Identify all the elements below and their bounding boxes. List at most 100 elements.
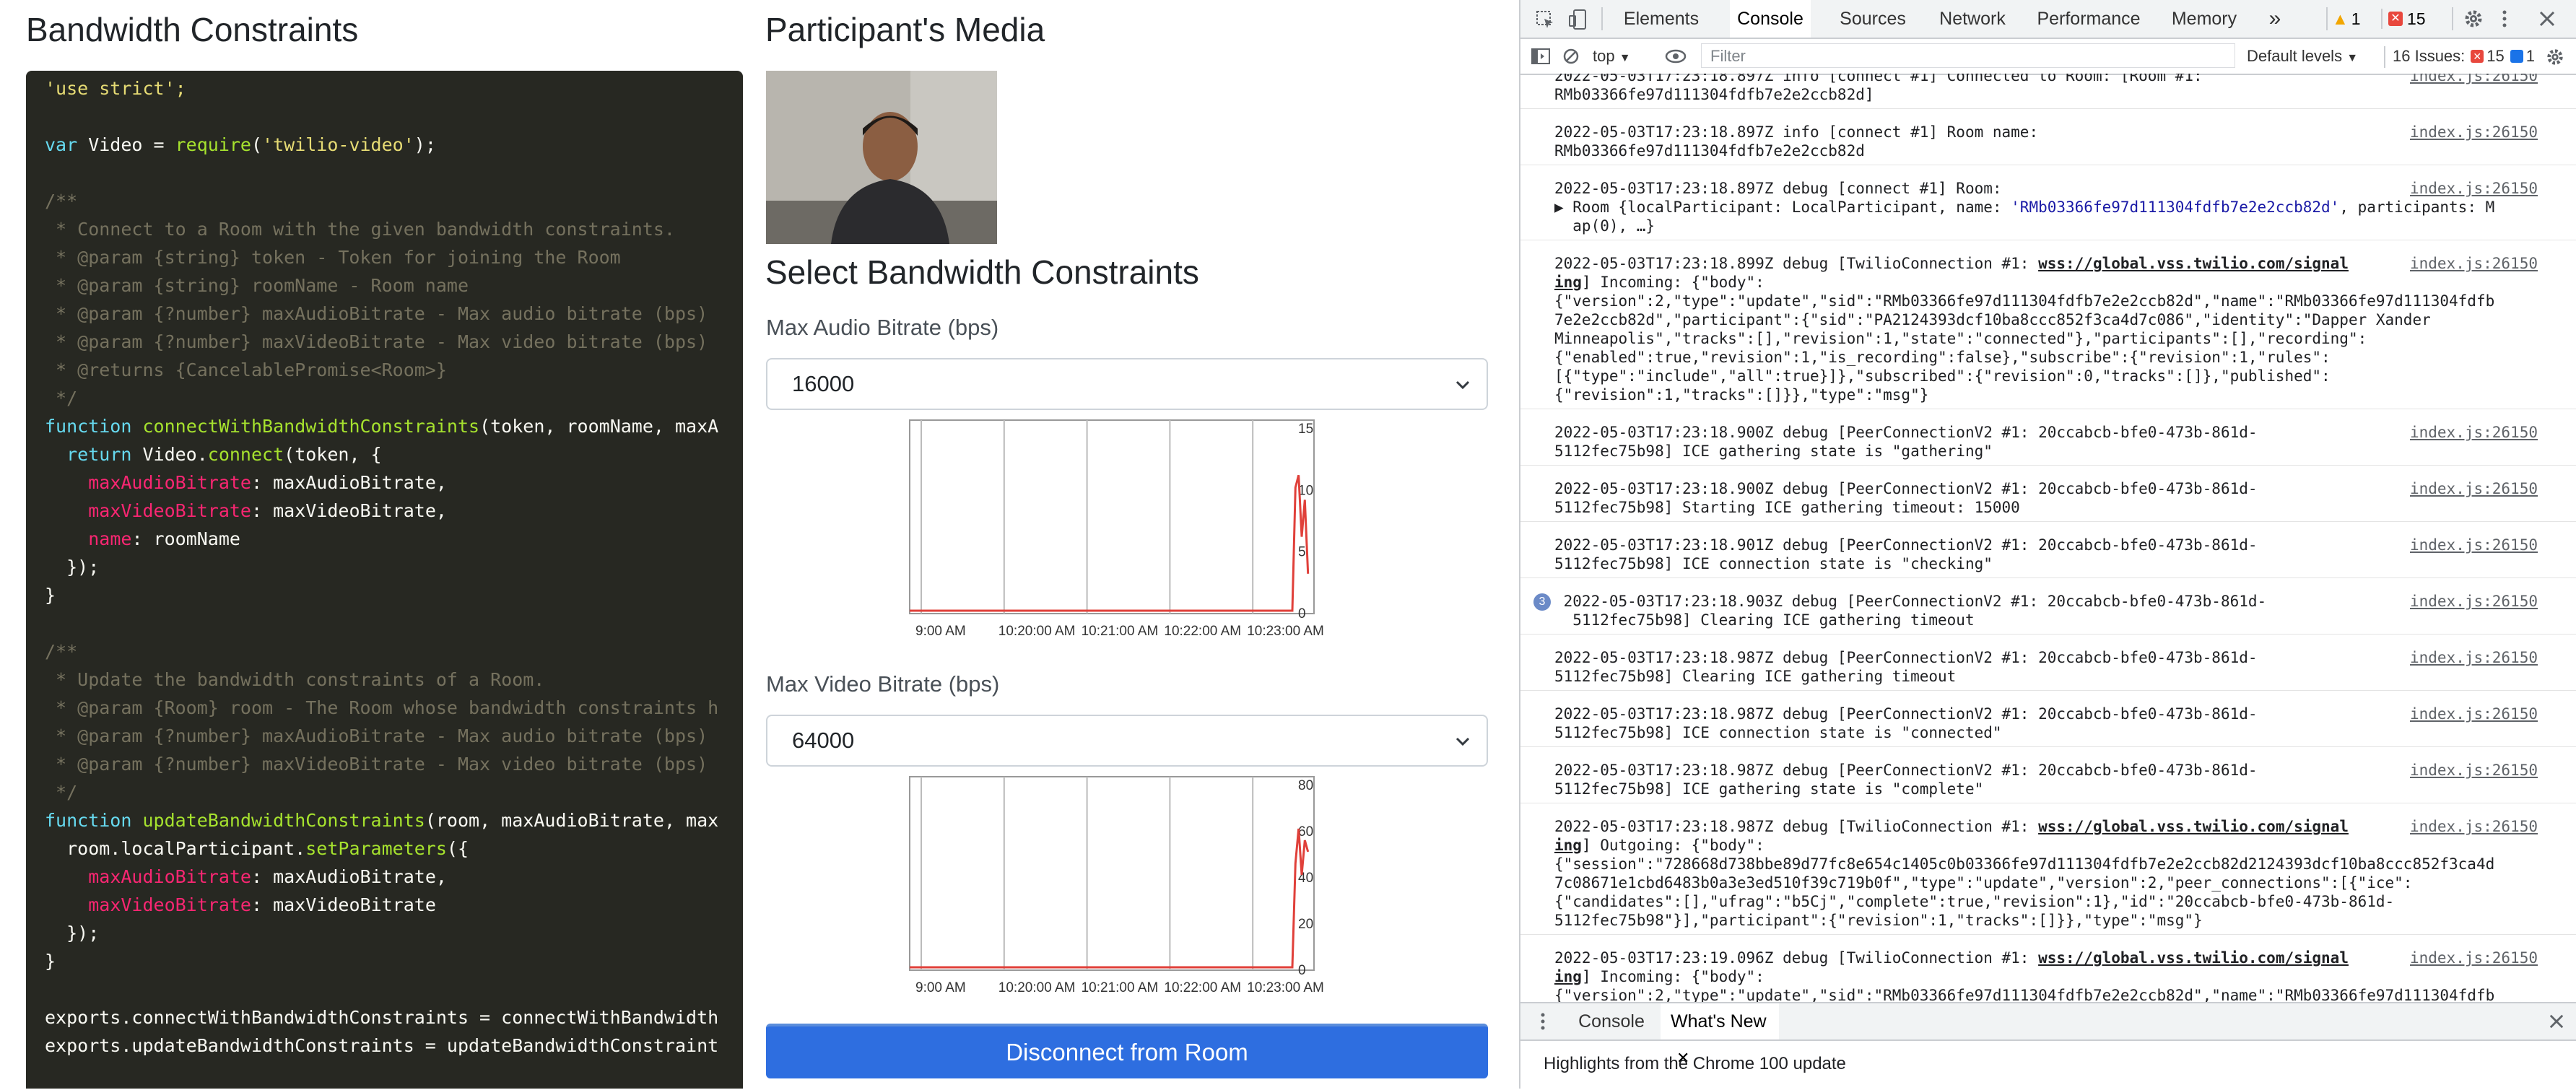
close-drawer-icon[interactable] (2549, 1013, 2564, 1029)
sidebar-toggle-icon[interactable] (1531, 48, 1551, 65)
source-link[interactable]: index.js:26150 (2410, 123, 2538, 141)
video-bitrate-select[interactable]: 64000 (766, 715, 1488, 767)
source-link[interactable]: index.js:26150 (2410, 179, 2538, 198)
x-tick-label: 9:00 AM (915, 980, 966, 995)
code-section-title: Bandwidth Constraints (26, 11, 359, 48)
source-link[interactable]: index.js:26150 (2410, 761, 2538, 780)
error-icon: ✕ (2471, 50, 2484, 63)
tab-console[interactable]: Console (1730, 0, 1811, 38)
settings-gear-icon[interactable] (2463, 9, 2484, 29)
disconnect-button[interactable]: Disconnect from Room (766, 1024, 1488, 1078)
log-levels-select[interactable]: Default levels ▼ (2247, 43, 2358, 69)
chevron-down-icon (1455, 380, 1470, 390)
tab-memory[interactable]: Memory (2164, 0, 2244, 38)
console-message-text: 2022-05-03T17:23:18.899Z debug [TwilioCo… (1554, 255, 2495, 404)
app-page: Bandwidth Constraints Participant's Medi… (0, 0, 1516, 1089)
chevron-down-icon (1455, 737, 1470, 746)
source-link[interactable]: index.js:26150 (2410, 592, 2538, 611)
warnings-counter[interactable]: ▲ 1 (2332, 9, 2361, 29)
code-line: return Video.connect(token, { (66, 444, 382, 465)
source-link[interactable]: index.js:26150 (2410, 817, 2538, 836)
code-line: function updateBandwidthConstraints(room… (45, 810, 719, 831)
code-line: exports.updateBandwidthConstraints = upd… (45, 1035, 719, 1056)
code-line: * @param {?number} maxVideoBitrate - Max… (45, 754, 708, 775)
console-message-text: 2022-05-03T17:23:18.987Z debug [PeerConn… (1554, 762, 2258, 798)
console-message[interactable]: 2022-05-03T17:23:18.987Z debug [TwilioCo… (1520, 813, 2576, 935)
console-settings-gear-icon[interactable] (2546, 48, 2564, 66)
drawer-menu-icon[interactable] (1539, 1012, 1546, 1031)
video-bitrate-label: Max Video Bitrate (bps) (766, 671, 1000, 697)
video-bitrate-value: 64000 (792, 728, 855, 753)
code-line: name: roomName (88, 528, 240, 549)
drawer-tab-whats-new[interactable]: What's New ✕ (1661, 1003, 1779, 1067)
console-message-text: 2022-05-03T17:23:18.897Z info [connect #… (1554, 74, 2203, 103)
x-tick-label: 10:23:00 AM (1247, 624, 1324, 639)
error-icon: ✕ (2388, 12, 2403, 26)
code-line: * Update the bandwidth constraints of a … (45, 669, 545, 690)
console-message-text: 2022-05-03T17:23:18.897Z info [connect #… (1554, 123, 2039, 160)
console-message[interactable]: 2022-05-03T17:23:18.899Z debug [TwilioCo… (1520, 250, 2576, 409)
console-message[interactable]: 2022-05-03T17:23:18.903Z debug [PeerConn… (1520, 588, 2576, 635)
tab-sources[interactable]: Sources (1837, 0, 1909, 38)
console-message[interactable]: 2022-05-03T17:23:18.900Z debug [PeerConn… (1520, 419, 2576, 466)
source-link[interactable]: index.js:26150 (2410, 74, 2538, 85)
inspect-element-icon[interactable] (1535, 9, 1555, 30)
source-link[interactable]: index.js:26150 (2410, 254, 2538, 273)
source-link[interactable]: index.js:26150 (2410, 949, 2538, 967)
console-log[interactable]: 2022-05-03T17:23:18.897Z info [connect #… (1520, 74, 2576, 1002)
console-message[interactable]: 2022-05-03T17:23:18.987Z debug [PeerConn… (1520, 757, 2576, 803)
warning-icon: ▲ (2332, 9, 2349, 28)
tab-network[interactable]: Network (1936, 0, 2009, 38)
audio-bitrate-select[interactable]: 16000 (766, 358, 1488, 410)
code-line: }); (45, 923, 100, 943)
audio-bitrate-chart: 9:00 AM 10:20:00 AM 10:21:00 AM 10:22:00 AM… (909, 419, 1324, 639)
issues-counter[interactable]: 16 Issues: ✕ 15 1 (2393, 43, 2535, 69)
console-message-text: 2022-05-03T17:23:18.987Z debug [PeerConn… (1554, 705, 2258, 741)
source-link[interactable]: index.js:26150 (2410, 648, 2538, 667)
source-link[interactable]: index.js:26150 (2410, 536, 2538, 554)
video-bitrate-chart: 9:00 AM 10:20:00 AM 10:21:00 AM 10:22:00 AM… (909, 776, 1324, 995)
close-devtools-icon[interactable] (2538, 10, 2556, 27)
repeat-count-badge: 3 (1533, 593, 1551, 611)
console-filter-input[interactable]: Filter (1701, 43, 2235, 68)
console-message[interactable]: 2022-05-03T17:23:18.897Z debug [connect … (1520, 175, 2576, 240)
console-message[interactable]: 2022-05-03T17:23:18.987Z debug [PeerConn… (1520, 700, 2576, 747)
tab-elements[interactable]: Elements (1622, 0, 1701, 38)
console-message-text: 2022-05-03T17:23:18.901Z debug [PeerConn… (1554, 536, 2258, 572)
console-message-text: 2022-05-03T17:23:18.987Z debug [PeerConn… (1554, 649, 2258, 685)
console-message[interactable]: 2022-05-03T17:23:18.897Z info [connect #… (1520, 74, 2576, 109)
more-tabs-button[interactable]: » (2264, 0, 2286, 38)
source-link[interactable]: index.js:26150 (2410, 423, 2538, 442)
device-toolbar-icon[interactable] (1568, 9, 1588, 30)
code-line: } (45, 951, 56, 972)
code-line: */ (45, 782, 78, 803)
source-link[interactable]: index.js:26150 (2410, 705, 2538, 723)
console-message-text: 2022-05-03T17:23:18.897Z debug [connect … (1554, 180, 2495, 235)
code-viewer[interactable]: 'use strict'; var Video = require('twilio… (26, 71, 743, 1089)
errors-counter[interactable]: ✕ 15 (2381, 9, 2426, 29)
live-expression-eye-icon[interactable] (1665, 49, 1687, 64)
drawer-tab-console[interactable]: Console (1575, 1003, 1648, 1039)
console-message[interactable]: 2022-05-03T17:23:18.897Z info [connect #… (1520, 118, 2576, 165)
code-line: var Video = require('twilio-video'); (45, 134, 436, 155)
x-tick-label: 10:20:00 AM (998, 624, 1076, 639)
console-message[interactable]: 2022-05-03T17:23:19.096Z debug [TwilioCo… (1520, 944, 2576, 1002)
console-message[interactable]: 2022-05-03T17:23:18.987Z debug [PeerConn… (1520, 644, 2576, 691)
kebab-menu-icon[interactable] (2499, 9, 2510, 29)
tab-performance[interactable]: Performance (2035, 0, 2143, 38)
media-section-title: Participant's Media (765, 11, 1045, 48)
source-link[interactable]: index.js:26150 (2410, 479, 2538, 498)
devtools-panel: Elements Console Sources Network Perform… (1519, 0, 2576, 1090)
code-line: * @param {?number} maxVideoBitrate - Max… (45, 331, 708, 352)
code-line: exports.connectWithBandwidthConstraints … (45, 1007, 719, 1028)
code-line: room.localParticipant.setParameters({ (45, 838, 469, 859)
x-tick-label: 10:20:00 AM (998, 980, 1076, 995)
console-message[interactable]: 2022-05-03T17:23:18.900Z debug [PeerConn… (1520, 475, 2576, 522)
clear-console-icon[interactable] (1562, 48, 1580, 65)
code-line: * @param {string} roomName - Room name (45, 275, 469, 296)
code-line: * @returns {CancelablePromise<Room>} (45, 359, 447, 380)
y-tick-label: 40 (1298, 871, 1313, 886)
context-select[interactable]: top ▼ (1593, 43, 1631, 69)
code-line: maxVideoBitrate: maxVideoBitrate (88, 894, 436, 915)
console-message[interactable]: 2022-05-03T17:23:18.901Z debug [PeerConn… (1520, 531, 2576, 578)
